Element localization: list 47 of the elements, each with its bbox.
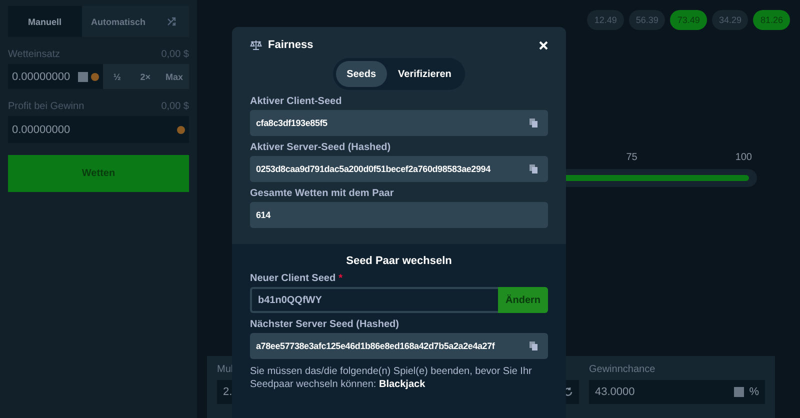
coin-icon: [91, 72, 99, 80]
field-label: Aktiver Server-Seed (Hashed): [250, 142, 392, 153]
dialog-tab[interactable]: Seeds: [336, 61, 388, 87]
scale-label: 75: [626, 152, 638, 163]
field-label: Aktiver Client-Seed: [250, 96, 343, 107]
seed-field[interactable]: 0253d8caa9d791dac5a200d0f51becef2a760d98583ae2994: [250, 156, 548, 182]
result-pill: 73.49: [670, 10, 707, 30]
field-label: Gewinnchance: [589, 364, 656, 376]
refresh-icon[interactable]: [563, 387, 573, 397]
seed-field[interactable]: a78ee57738e3afc125e46d1b86e8ed168a42d7b5a2a2e4a27f: [250, 333, 548, 359]
copy-icon[interactable]: [529, 164, 538, 174]
result-pill: 81.26: [753, 10, 790, 30]
seed-field[interactable]: cfa8c3df193e85f5: [250, 110, 548, 136]
scale-icon: [250, 40, 262, 50]
field-label: Neuer Client Seed *: [250, 273, 344, 284]
bet-modifier-button[interactable]: Max: [160, 64, 190, 89]
field-label: Profit bei Gewinn: [8, 101, 84, 112]
result-pill: 34.29: [712, 10, 748, 30]
copy-icon[interactable]: [529, 118, 538, 128]
field-label: Nächster Server Seed (Hashed): [250, 319, 400, 330]
required-mark: *: [338, 273, 342, 284]
client-seed-input[interactable]: b41n0QQfWY: [250, 287, 498, 313]
bet-modifier-button[interactable]: 2×: [131, 64, 160, 89]
dialog-title: Fairness: [268, 39, 314, 51]
copy-icon[interactable]: [529, 341, 538, 351]
field-label: Gesamte Wetten mit dem Paar: [250, 188, 395, 199]
coin-icon: [177, 126, 185, 134]
bet-modifier-button[interactable]: ½: [103, 64, 132, 89]
stepper-icon: [734, 387, 744, 397]
scale-label: 100: [735, 152, 752, 163]
dialog-tab[interactable]: Verifizieren: [387, 61, 462, 87]
stepper-icon: [78, 72, 88, 82]
info-text: Sie müssen das/die folgende(n) Spiel(e) beenden, bevor Sie Ihr Seedpaar wechseln können: Blackjack: [250, 365, 533, 391]
profit-input[interactable]: 0.00000000: [8, 116, 189, 143]
close-icon[interactable]: [539, 40, 548, 50]
amount-text: 0,00 $: [161, 49, 189, 60]
result-pill: 56.39: [628, 10, 666, 30]
mode-tab[interactable]: Manuell: [8, 6, 82, 37]
field-label: Wetteinsatz: [8, 49, 60, 60]
unit-text: %: [749, 386, 759, 398]
mode-tab[interactable]: Automatisch: [82, 6, 155, 37]
section-heading: Seed Paar wechseln: [345, 255, 453, 267]
win-chance-input[interactable]: 43.0000 %: [589, 380, 765, 404]
result-pill: 12.49: [587, 10, 624, 30]
seed-field[interactable]: 614: [250, 202, 548, 228]
amount-text: 0,00 $: [161, 101, 189, 112]
bet-input[interactable]: 0.00000000: [8, 64, 103, 89]
